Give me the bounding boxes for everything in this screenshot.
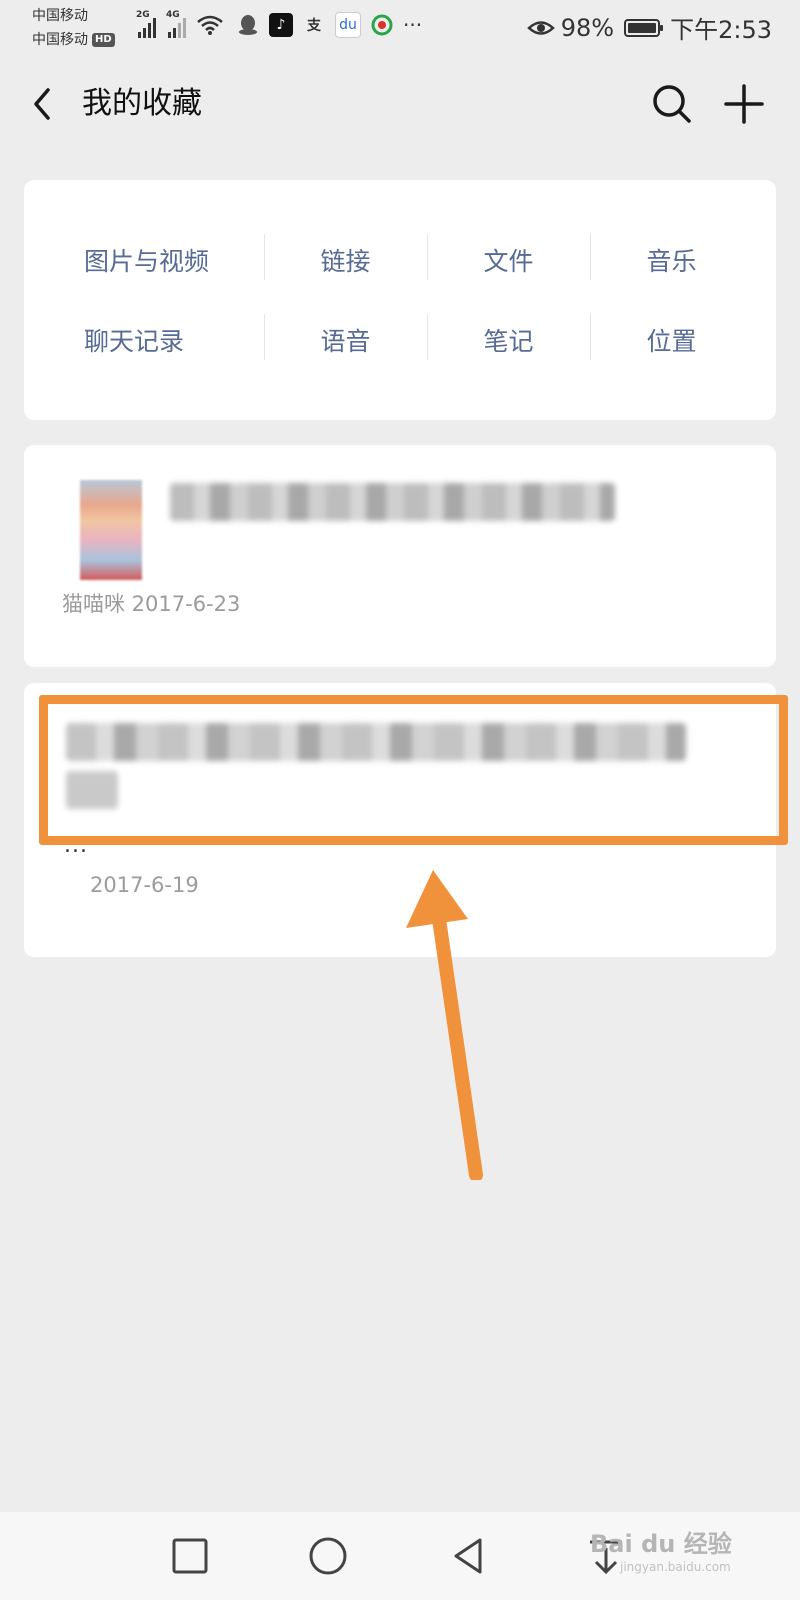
status-right: 98% 下午2:53 [526,10,772,45]
home-icon[interactable] [306,1534,350,1578]
signal-2g-icon: 2G [136,10,156,38]
carrier-1: 中国移动 [32,8,88,24]
clock: 下午2:53 [670,16,772,44]
carrier-2: 中国移动 [32,32,88,48]
category-filter-card: 图片与视频 链接 文件 音乐 聊天记录 语音 笔记 位置 [24,180,776,420]
battery-icon [624,18,664,37]
category-files[interactable]: 文件 [427,234,590,280]
qq-icon [236,13,260,37]
favorite-item[interactable]: 猫喵咪 2017-6-23 [24,445,776,667]
baidu-jingyan-watermark: Bai du 经验 [590,1530,732,1558]
header: 我的收藏 [0,60,800,148]
more-notifications: ··· [403,13,423,37]
category-photos-videos[interactable]: 图片与视频 [24,242,264,278]
item-meta: 2017-6-19 [90,873,199,897]
back-arrow-icon[interactable] [24,82,60,126]
item-thumbnail [80,480,142,580]
battery-percent: 98% [560,13,615,42]
category-music[interactable]: 音乐 [590,234,753,280]
status-icons: 2G 4G ♪ 支 du ··· [136,10,423,38]
wifi-icon [197,15,223,35]
back-nav-icon[interactable] [446,1534,490,1578]
baidu-icon: du [335,12,361,38]
item-meta: 猫喵咪 2017-6-23 [62,592,241,616]
category-links[interactable]: 链接 [264,234,427,280]
tiktok-icon: ♪ [269,13,293,37]
browser-icon [370,13,394,37]
page-title: 我的收藏 [82,86,202,121]
alipay-icon: 支 [307,18,321,34]
status-bar: 中国移动 中国移动 HD 2G 4G ♪ 支 du ··· 98% 下午2:53 [0,0,800,56]
search-icon[interactable] [650,82,694,126]
watermark-url: jingyan.baidu.com [620,1560,731,1574]
recent-apps-icon[interactable] [168,1534,212,1578]
annotation-arrow-icon [406,870,483,1180]
category-notes[interactable]: 笔记 [427,314,590,360]
carrier-info: 中国移动 中国移动 HD [32,4,115,52]
add-icon[interactable] [722,82,766,126]
category-chat-history[interactable]: 聊天记录 [24,322,264,358]
hd-badge: HD [92,33,115,47]
highlight-annotation-box [39,695,788,845]
category-voice[interactable]: 语音 [264,314,427,360]
eye-comfort-icon [526,20,555,35]
signal-4g-icon: 4G [166,10,186,38]
item-title-blurred [170,483,615,521]
system-nav-bar: Bai du 经验 jingyan.baidu.com [0,1512,800,1600]
category-location[interactable]: 位置 [590,314,753,360]
